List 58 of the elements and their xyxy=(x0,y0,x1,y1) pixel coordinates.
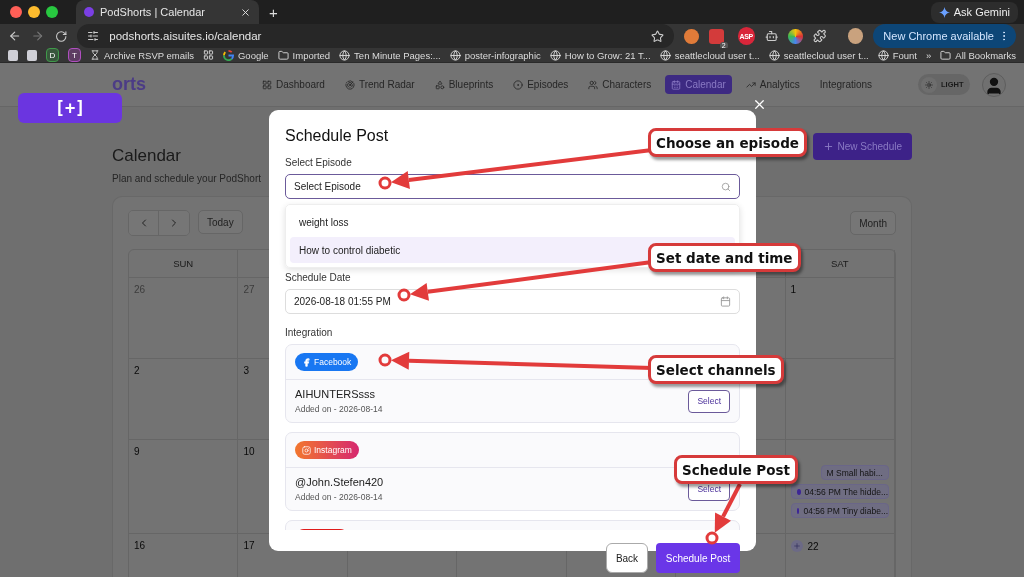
gemini-button[interactable]: Ask Gemini xyxy=(930,1,1018,23)
day-number: 10 xyxy=(243,446,255,457)
bookmark-link[interactable]: seattlecloud user t... xyxy=(659,49,760,61)
bookmark-link[interactable]: poster-infographic xyxy=(449,49,541,61)
weekday-label: SAT xyxy=(830,258,849,269)
tab-title: PodShorts | Calendar xyxy=(100,6,206,18)
url-text: podshorts.aisuites.io/calendar xyxy=(109,30,263,42)
page-subtitle: Plan and schedule your PodShort xyxy=(112,173,261,184)
bookmark-link[interactable]: How to Grow: 21 T... xyxy=(549,49,651,61)
select-button[interactable]: Select xyxy=(688,389,730,413)
day-number: 9 xyxy=(134,446,140,457)
added-date: Added on - 2026-08-14 xyxy=(295,492,384,502)
more-bookmarks-button[interactable]: » xyxy=(926,49,932,61)
schedule-post-button[interactable]: Schedule Post xyxy=(656,543,740,573)
event-chip[interactable]: 04:56 PM The hidde... xyxy=(790,484,889,499)
dialog-title: Schedule Post xyxy=(285,126,389,146)
annotation-tooltip: Set date and time xyxy=(648,243,801,272)
update-chrome-button[interactable]: New Chrome available xyxy=(873,24,1016,48)
day-number: 16 xyxy=(134,540,146,551)
facebook-badge: Facebook xyxy=(295,353,359,371)
bookmark-letter-icon[interactable]: D xyxy=(46,48,59,62)
field-label: Integration xyxy=(285,326,333,340)
added-date: Added on - 2026-08-14 xyxy=(295,404,383,414)
annotation-tooltip: Schedule Post xyxy=(674,455,798,484)
event-chip[interactable]: M Small habi... xyxy=(820,465,889,480)
bookmark-link[interactable]: Google xyxy=(222,49,269,61)
bookmark-letter-icon[interactable]: T xyxy=(67,48,81,62)
bookmark-link[interactable]: Fount xyxy=(877,49,917,61)
episode-select[interactable]: Select Episode xyxy=(285,174,740,199)
account-name: @John.Stefen420 xyxy=(295,476,384,488)
field-label: Select Episode xyxy=(285,156,352,170)
bookmark-link[interactable]: Ten Minute Pages:... xyxy=(339,49,441,61)
page-title: Calendar xyxy=(112,145,182,167)
account-name: AIHUNTERSsss xyxy=(295,388,377,400)
day-number: 22 xyxy=(807,540,819,552)
browser-tab[interactable]: PodShorts | Calendar xyxy=(76,0,259,24)
all-bookmarks-folder[interactable]: All Bookmarks xyxy=(940,49,1016,61)
overlay-badge: [+] xyxy=(18,93,122,123)
day-number: 3 xyxy=(243,365,249,376)
field-label: Schedule Date xyxy=(285,271,351,285)
day-number: 17 xyxy=(243,540,255,551)
logo-text: orts xyxy=(112,74,147,95)
address-bar[interactable]: podshorts.aisuites.io/calendar xyxy=(77,24,675,48)
day-number: 1 xyxy=(790,284,797,295)
instagram-badge: Instagram xyxy=(295,441,359,459)
today-button[interactable]: Today xyxy=(198,210,243,234)
weekday-label: SUN xyxy=(173,258,194,269)
bookmark-link[interactable]: seattlecloud user t... xyxy=(768,49,869,61)
annotation-tooltip: Choose an episode xyxy=(648,128,807,157)
annotation-tooltip: Select channels xyxy=(648,355,784,384)
event-chip[interactable]: 04:56 PM Tiny diabe... xyxy=(790,503,889,518)
month-view-button[interactable]: Month xyxy=(850,211,896,235)
new-tab-button[interactable]: + xyxy=(269,3,278,21)
day-number: 2 xyxy=(134,365,140,376)
date-field[interactable]: 2026-08-18 01:55 PM xyxy=(285,289,740,314)
bookmark-folder[interactable]: Imported xyxy=(277,49,331,61)
back-button[interactable]: Back xyxy=(606,543,648,573)
bookmark-link[interactable]: Archive RSVP emails xyxy=(89,49,194,61)
